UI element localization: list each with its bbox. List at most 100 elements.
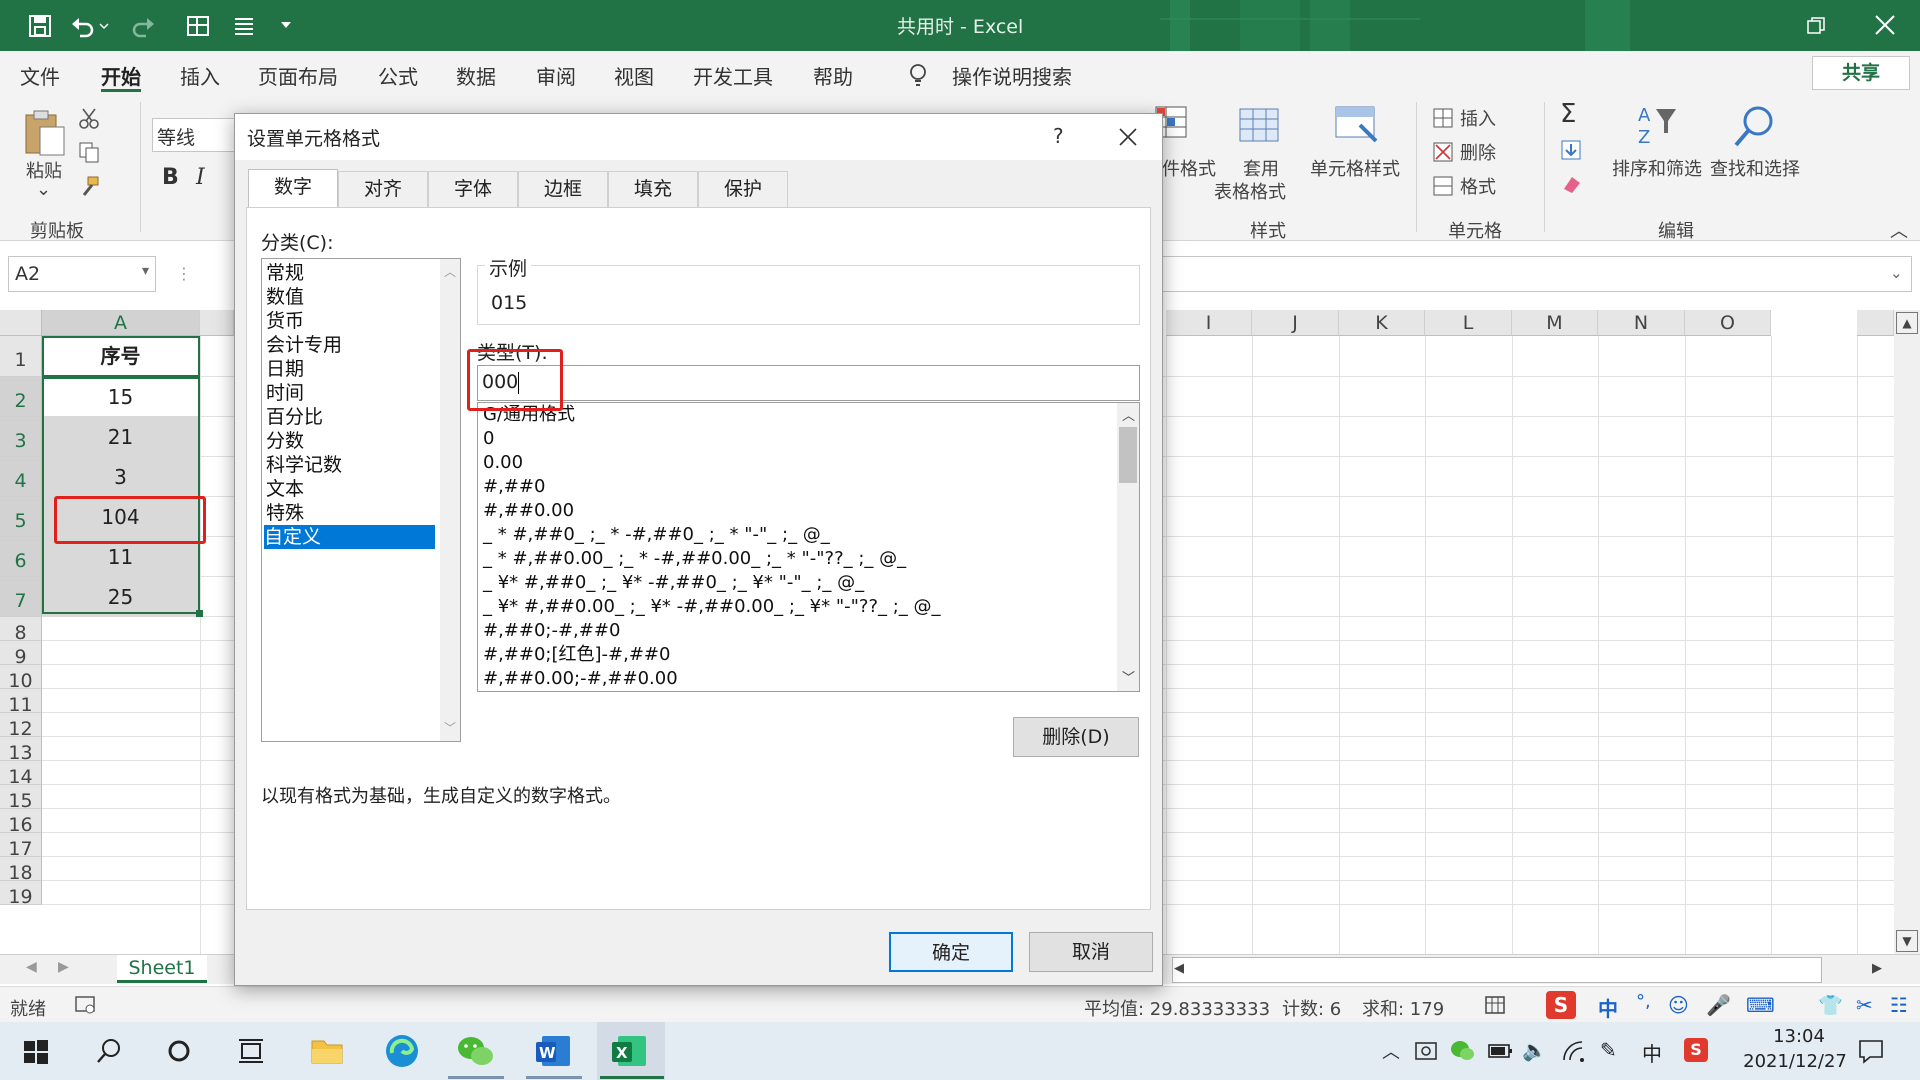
close-window-icon[interactable] xyxy=(1874,14,1896,36)
menu-developer[interactable]: 开发工具 xyxy=(693,61,773,90)
row-header[interactable]: 1 xyxy=(0,336,42,377)
sogou-ime-icon[interactable]: S xyxy=(1546,991,1576,1019)
row-header[interactable]: 18 xyxy=(0,857,42,884)
undo-icon[interactable] xyxy=(70,14,110,38)
row-header[interactable]: 3 xyxy=(0,417,42,457)
find-select-label[interactable]: 查找和选择 xyxy=(1710,155,1800,181)
ime-emoji-icon[interactable]: ☺ xyxy=(1668,993,1689,1017)
paste-dropdown-icon[interactable]: ⌄ xyxy=(36,179,51,200)
menu-help[interactable]: 帮助 xyxy=(813,61,853,90)
file-explorer-icon[interactable] xyxy=(310,1035,344,1065)
format-code-item[interactable]: 0.00 xyxy=(483,451,523,475)
ime-punctuation-icon[interactable]: °, xyxy=(1636,991,1651,1012)
tab-protection[interactable]: 保护 xyxy=(698,171,788,207)
redo-icon[interactable] xyxy=(128,14,168,38)
formula-input[interactable] xyxy=(1160,256,1912,292)
format-code-item[interactable]: _ * #,##0_ ;_ * -#,##0_ ;_ * "-"_ ;_ @_ xyxy=(483,523,830,547)
scroll-down-icon[interactable]: ▼ xyxy=(1896,930,1918,952)
menu-view[interactable]: 视图 xyxy=(614,61,654,90)
format-code-item[interactable]: #,##0.00;-#,##0.00 xyxy=(483,667,678,691)
category-item[interactable]: 特殊 xyxy=(266,501,304,525)
bold-button[interactable]: B xyxy=(162,165,179,190)
form-icon[interactable] xyxy=(232,14,256,38)
row-header[interactable]: 9 xyxy=(0,641,42,668)
format-code-item[interactable]: #,##0 xyxy=(483,475,545,499)
accessibility-icon[interactable] xyxy=(74,995,98,1015)
col-header-a[interactable]: A xyxy=(42,310,200,336)
category-scrollbar[interactable]: ︿ ﹀ xyxy=(440,259,460,741)
autosum-icon[interactable]: Σ xyxy=(1560,99,1576,129)
menu-review[interactable]: 审阅 xyxy=(536,61,576,90)
row-header[interactable]: 4 xyxy=(0,457,42,497)
sort-filter-icon[interactable]: AZ xyxy=(1636,103,1680,151)
category-item[interactable]: 百分比 xyxy=(266,405,323,429)
copy-icon[interactable] xyxy=(78,141,100,163)
format-code-list[interactable]: G/通用格式 0 0.00 #,##0 #,##0.00 _ * #,##0_ ;_ * … xyxy=(477,402,1140,692)
format-code-item[interactable]: #,##0;[红色]-#,##0 xyxy=(483,643,670,667)
row-header[interactable]: 16 xyxy=(0,809,42,836)
cancel-button[interactable]: 取消 xyxy=(1029,932,1153,972)
category-item[interactable]: 常规 xyxy=(266,261,304,285)
ime-tools-icon[interactable]: ✂ xyxy=(1856,993,1873,1017)
type-input[interactable]: 000 xyxy=(477,365,1140,401)
clock-date[interactable]: 2021/12/27 xyxy=(1730,1051,1860,1072)
delete-cells-label[interactable]: 删除 xyxy=(1460,139,1496,165)
customize-qat-icon[interactable] xyxy=(280,20,292,30)
ime-chinese-mode[interactable]: 中 xyxy=(1598,993,1618,1022)
format-as-table-label-2[interactable]: 表格格式 xyxy=(1214,178,1286,204)
tray-app-icon[interactable] xyxy=(1414,1039,1440,1063)
category-item[interactable]: 数值 xyxy=(266,285,304,309)
menu-home[interactable]: 开始 xyxy=(101,61,141,90)
cell-styles-icon[interactable] xyxy=(1334,105,1380,147)
cut-icon[interactable] xyxy=(78,107,100,129)
col-header[interactable]: K xyxy=(1339,310,1425,336)
pen-icon[interactable]: ✎ xyxy=(1600,1038,1617,1062)
menu-insert[interactable]: 插入 xyxy=(180,61,220,90)
tab-fill[interactable]: 填充 xyxy=(608,171,698,207)
row-header[interactable]: 17 xyxy=(0,833,42,860)
sort-filter-label[interactable]: 排序和筛选 xyxy=(1612,155,1702,181)
category-scroll-up-icon[interactable]: ︿ xyxy=(444,263,456,280)
tell-me-search[interactable]: 操作说明搜索 xyxy=(952,61,1072,90)
select-all-corner[interactable] xyxy=(0,310,42,336)
format-code-item[interactable]: #,##0;-#,##0 xyxy=(483,619,620,643)
menu-page-layout[interactable]: 页面布局 xyxy=(258,61,338,90)
row-header[interactable]: 14 xyxy=(0,761,42,788)
network-icon[interactable] xyxy=(1562,1040,1586,1062)
category-item[interactable]: 货币 xyxy=(266,309,304,333)
delete-cells-icon[interactable] xyxy=(1432,141,1454,163)
row-header[interactable]: 8 xyxy=(0,617,42,644)
dialog-help-button[interactable]: ? xyxy=(1053,124,1064,148)
ime-voice-icon[interactable]: 🎤 xyxy=(1706,993,1731,1017)
paste-icon[interactable] xyxy=(22,107,66,157)
sogou-tray-icon[interactable]: S xyxy=(1684,1038,1708,1062)
format-as-table-icon[interactable] xyxy=(1238,107,1282,147)
format-cells-icon[interactable] xyxy=(1432,175,1454,197)
format-code-item[interactable]: 0 xyxy=(483,427,494,451)
vertical-scrollbar[interactable]: ▲ ▼ xyxy=(1894,310,1920,955)
more-options-icon[interactable]: ⋮ xyxy=(176,264,192,283)
print-preview-icon[interactable] xyxy=(186,14,210,38)
menu-formulas[interactable]: 公式 xyxy=(378,61,418,90)
task-view-icon[interactable] xyxy=(238,1038,266,1064)
format-scroll-thumb[interactable] xyxy=(1119,427,1137,483)
row-header[interactable]: 13 xyxy=(0,737,42,764)
col-header[interactable]: I xyxy=(1166,310,1252,336)
scroll-up-icon[interactable]: ▲ xyxy=(1896,312,1918,334)
col-header[interactable]: J xyxy=(1252,310,1339,336)
category-item[interactable]: 时间 xyxy=(266,381,304,405)
search-icon[interactable] xyxy=(96,1038,122,1064)
word-icon[interactable]: W xyxy=(534,1034,572,1068)
sheet-tab-sheet1[interactable]: Sheet1 xyxy=(117,955,207,983)
row-header[interactable]: 10 xyxy=(0,665,42,692)
scroll-left-icon[interactable]: ◀ xyxy=(1174,961,1184,976)
menu-file[interactable]: 文件 xyxy=(20,61,60,90)
category-item[interactable]: 科学记数 xyxy=(266,453,342,477)
insert-cells-label[interactable]: 插入 xyxy=(1460,105,1496,131)
row-header[interactable]: 15 xyxy=(0,785,42,812)
cell-styles-label[interactable]: 单元格样式 xyxy=(1310,155,1400,181)
ime-skin-icon[interactable]: 👕 xyxy=(1818,993,1843,1017)
col-header[interactable] xyxy=(1857,310,1894,336)
row-header[interactable]: 12 xyxy=(0,713,42,740)
row-header[interactable]: 6 xyxy=(0,537,42,577)
